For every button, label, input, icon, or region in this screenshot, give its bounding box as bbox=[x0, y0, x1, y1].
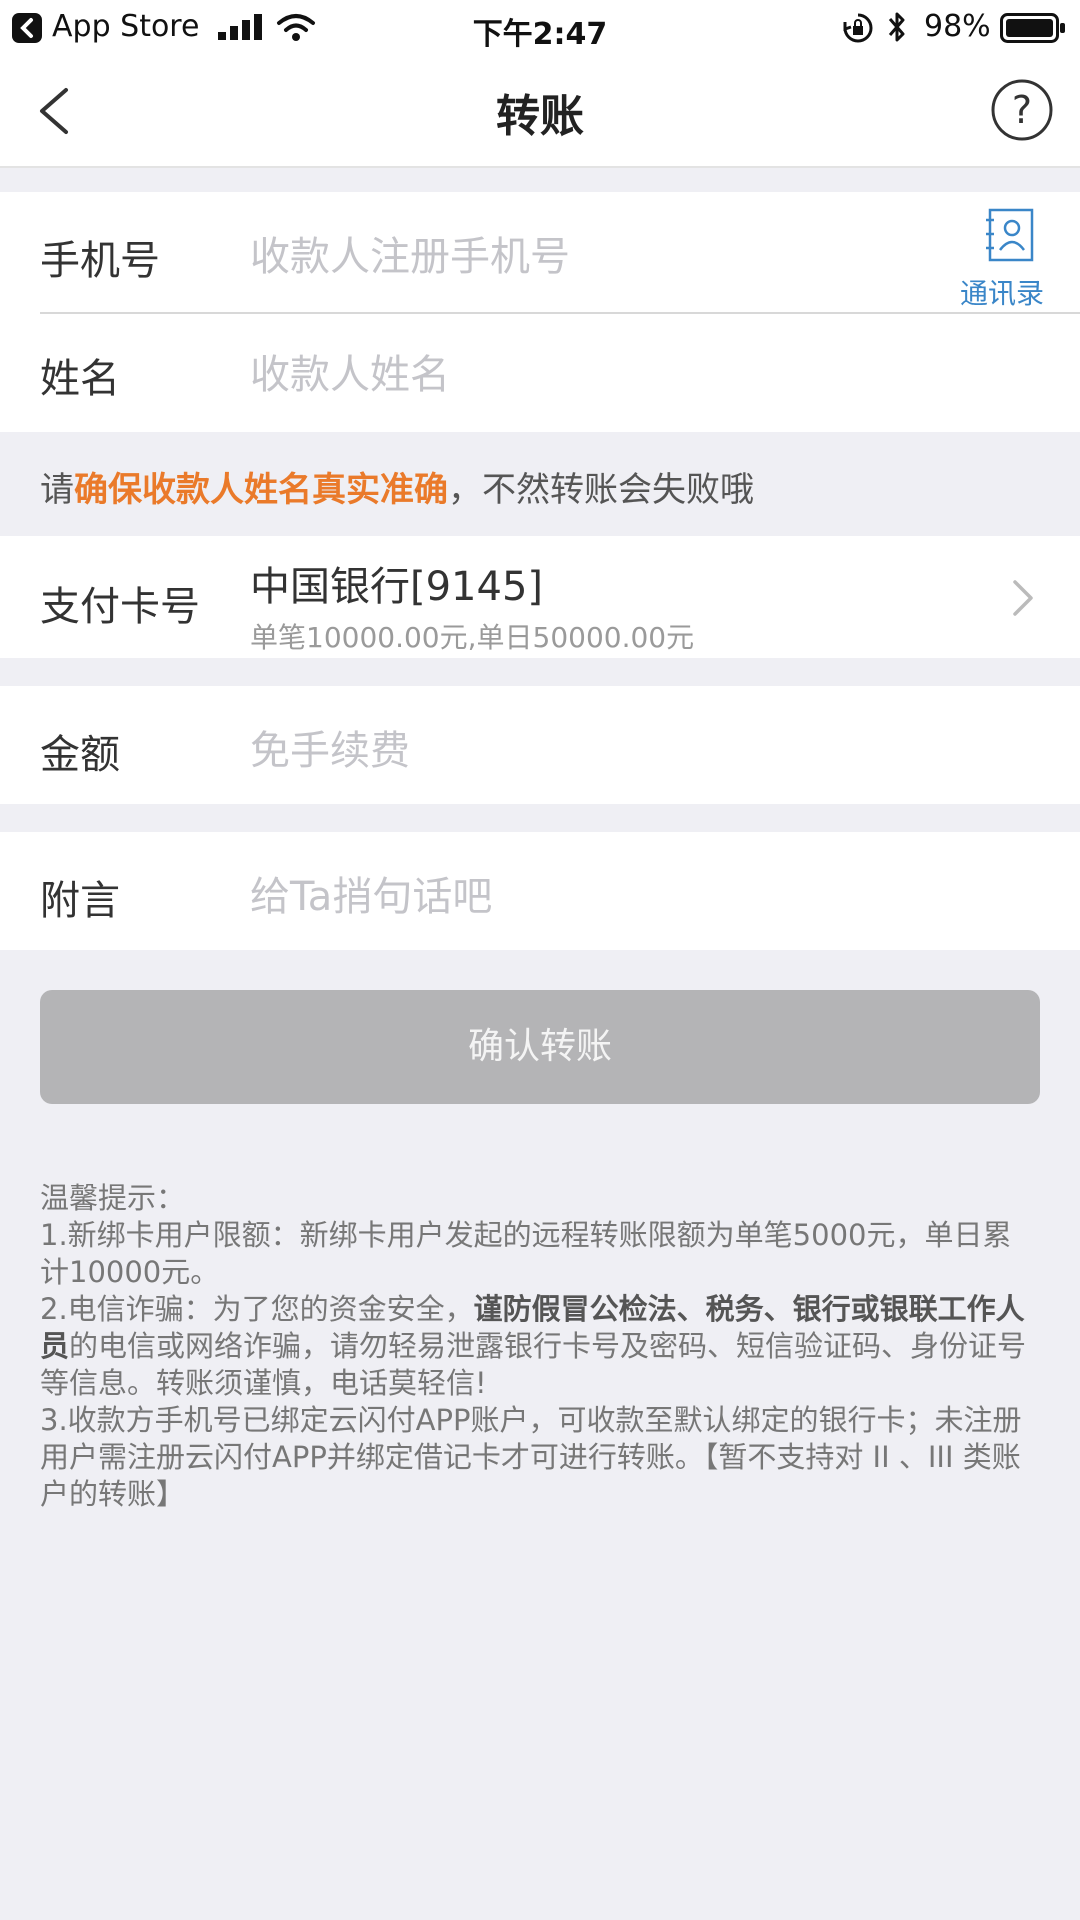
bluetooth-icon bbox=[886, 10, 908, 48]
notice-suffix: ，不然转账会失败哦 bbox=[448, 470, 754, 510]
row-divider bbox=[40, 312, 1080, 314]
phone-input[interactable]: 收款人注册手机号 bbox=[250, 224, 570, 282]
tips-item-1: 1.新绑卡用户限额：新绑卡用户发起的远程转账限额为单笔5000元，单日累计100… bbox=[40, 1218, 1012, 1289]
memo-input[interactable]: 给Ta捎句话吧 bbox=[250, 864, 492, 922]
status-time: 下午2:47 bbox=[472, 17, 608, 52]
payee-section: 手机号 收款人注册手机号 通讯录 姓名 收款人姓名 bbox=[0, 192, 1080, 432]
contacts-icon[interactable] bbox=[985, 208, 1035, 266]
tips-item-2-suffix: 的电信或网络诈骗，请勿轻易泄露银行卡号及密码、短信验证码、身份证号等信息。转账须… bbox=[40, 1329, 1027, 1400]
confirm-transfer-button[interactable]: 确认转账 bbox=[40, 990, 1040, 1104]
rotation-lock-icon bbox=[842, 12, 874, 48]
help-icon[interactable]: ? bbox=[990, 78, 1054, 142]
card-bank: 中国银行[9145] bbox=[250, 564, 544, 610]
name-input[interactable]: 收款人姓名 bbox=[250, 342, 450, 400]
contacts-label[interactable]: 通讯录 bbox=[960, 272, 1044, 312]
memo-label: 附言 bbox=[40, 878, 120, 924]
name-label: 姓名 bbox=[40, 356, 120, 402]
tips-item-3: 3.收款方手机号已绑定云闪付APP账户，可收款至默认绑定的银行卡；未注册用户需注… bbox=[40, 1403, 1022, 1511]
amount-row: 金额 免手续费 bbox=[0, 686, 1080, 804]
payment-card-row[interactable]: 支付卡号 中国银行[9145] 单笔10000.00元,单日50000.00元 bbox=[0, 536, 1080, 658]
amount-label: 金额 bbox=[40, 732, 120, 778]
notice-text: 请确保收款人姓名真实准确，不然转账会失败哦 bbox=[40, 462, 754, 511]
tips-item-2-prefix: 2.电信诈骗：为了您的资金安全， bbox=[40, 1292, 474, 1326]
battery-icon bbox=[1000, 12, 1066, 48]
notice-highlight: 确保收款人姓名真实准确 bbox=[74, 470, 448, 510]
amount-input[interactable]: 免手续费 bbox=[250, 718, 410, 776]
name-notice: 请确保收款人姓名真实准确，不然转账会失败哦 bbox=[0, 432, 1080, 536]
nav-bar: 转账 ? bbox=[0, 56, 1080, 168]
phone-label: 手机号 bbox=[40, 238, 160, 284]
battery-percent: 98% bbox=[924, 9, 991, 44]
memo-row: 附言 给Ta捎句话吧 bbox=[0, 832, 1080, 950]
card-label: 支付卡号 bbox=[40, 584, 200, 630]
card-limit: 单笔10000.00元,单日50000.00元 bbox=[250, 621, 695, 654]
tips-item-2: 2.电信诈骗：为了您的资金安全，谨防假冒公检法、税务、银行或银联工作人员的电信或… bbox=[40, 1291, 1040, 1402]
tips-section: 温馨提示： 1.新绑卡用户限额：新绑卡用户发起的远程转账限额为单笔5000元，单… bbox=[40, 1180, 1040, 1513]
page-title: 转账 bbox=[496, 91, 584, 142]
chevron-right-icon bbox=[1010, 578, 1036, 622]
svg-text:?: ? bbox=[1012, 88, 1032, 132]
status-bar: App Store 下午2:47 98% bbox=[0, 0, 1080, 56]
notice-prefix: 请 bbox=[40, 470, 74, 510]
tips-title: 温馨提示： bbox=[40, 1181, 186, 1215]
